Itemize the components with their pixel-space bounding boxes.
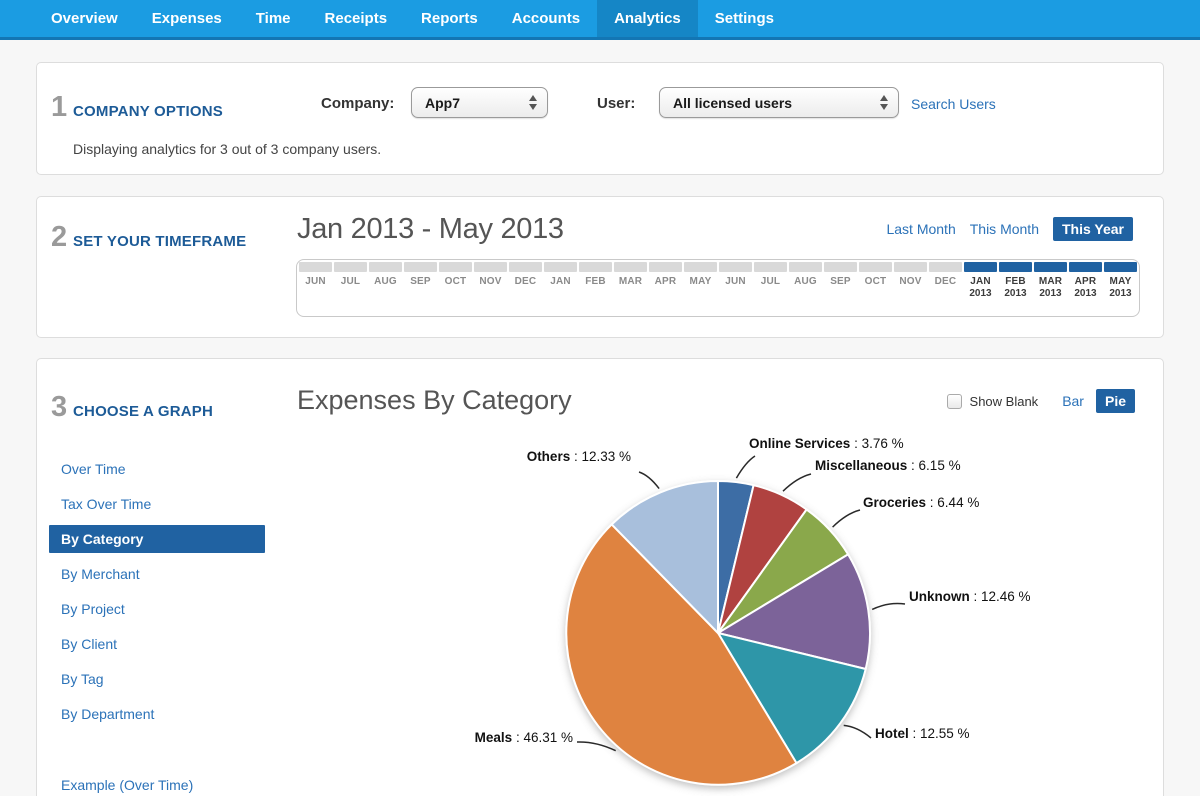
- pie-label-miscellaneous: Miscellaneous : 6.15 %: [815, 458, 961, 473]
- example-over-time-link[interactable]: Example (Over Time): [61, 777, 193, 793]
- timeline-month-may-2013[interactable]: MAY 2013: [1103, 262, 1138, 316]
- graph-heading: Expenses By Category: [297, 385, 572, 415]
- nav-tab-time[interactable]: Time: [239, 0, 308, 37]
- timeline-month-feb-2013[interactable]: FEB 2013: [998, 262, 1033, 316]
- timeline-month-aug[interactable]: AUG: [788, 262, 823, 316]
- timeline-month-jan-2013[interactable]: JAN 2013: [963, 262, 998, 316]
- graph-controls: Show Blank Bar Pie: [946, 389, 1135, 413]
- pie-label-online-services: Online Services : 3.76 %: [749, 436, 904, 451]
- show-blank-checkbox[interactable]: [946, 393, 962, 409]
- sidebar-item-by-client[interactable]: By Client: [49, 630, 265, 658]
- pie-label-line-unknown: [871, 602, 906, 611]
- timeline-month-aug[interactable]: AUG: [368, 262, 403, 316]
- timeline-month-sep[interactable]: SEP: [403, 262, 438, 316]
- nav-tab-analytics[interactable]: Analytics: [597, 0, 698, 37]
- sidebar-item-tax-over-time[interactable]: Tax Over Time: [49, 490, 265, 518]
- timeline-month-jul[interactable]: JUL: [753, 262, 788, 316]
- timeline-month-nov[interactable]: NOV: [893, 262, 928, 316]
- timeline-month-mar-2013[interactable]: MAR 2013: [1033, 262, 1068, 316]
- pie-label-meals: Meals : 46.31 %: [474, 730, 573, 745]
- timeline-month-jan[interactable]: JAN: [543, 262, 578, 316]
- timeline-month-selector: JUN JUL AUG SEP OCT NOV DEC JAN FEB MAR APR MAY JUN J…: [296, 259, 1140, 317]
- nav-tab-accounts[interactable]: Accounts: [495, 0, 597, 37]
- bar-toggle[interactable]: Bar: [1062, 393, 1084, 409]
- company-options-card: 1 COMPANY OPTIONS Company: App7 User: Al…: [36, 62, 1164, 175]
- timeline-month-apr-2013[interactable]: APR 2013: [1068, 262, 1103, 316]
- stepper-arrows-icon: [529, 95, 537, 110]
- pie-label-hotel: Hotel : 12.55 %: [875, 726, 970, 741]
- pie-label-others: Others : 12.33 %: [526, 449, 631, 464]
- timeframe-title: SET YOUR TIMEFRAME: [73, 233, 247, 250]
- sidebar-item-over-time[interactable]: Over Time: [49, 455, 265, 483]
- timeline-month-apr[interactable]: APR: [648, 262, 683, 316]
- user-select-value: All licensed users: [673, 94, 793, 111]
- step-number-1: 1: [51, 91, 68, 123]
- pie-label-unknown: Unknown : 12.46 %: [909, 589, 1031, 604]
- sidebar-item-by-department[interactable]: By Department: [49, 700, 265, 728]
- nav-tab-settings[interactable]: Settings: [698, 0, 791, 37]
- this-year-link[interactable]: This Year: [1052, 217, 1133, 241]
- nav-tab-expenses[interactable]: Expenses: [135, 0, 239, 37]
- show-blank-label: Show Blank: [969, 393, 1039, 409]
- company-select[interactable]: App7: [411, 87, 548, 118]
- last-month-link[interactable]: Last Month: [886, 221, 955, 237]
- timeline-month-oct[interactable]: OCT: [438, 262, 473, 316]
- timeline-month-feb[interactable]: FEB: [578, 262, 613, 316]
- choose-graph-title: CHOOSE A GRAPH: [73, 403, 214, 420]
- user-select[interactable]: All licensed users: [659, 87, 899, 118]
- pie-chart: [565, 455, 906, 786]
- pie-label-line-groceries: [832, 509, 861, 528]
- timeline-month-jul[interactable]: JUL: [333, 262, 368, 316]
- timeline-month-dec[interactable]: DEC: [508, 262, 543, 316]
- user-label: User:: [597, 95, 636, 112]
- timeframe-quick-links: Last Month This Month This Year: [886, 217, 1133, 241]
- sidebar-item-by-project[interactable]: By Project: [49, 595, 265, 623]
- pie-label-line-online-services: [735, 455, 756, 479]
- timeline-month-oct[interactable]: OCT: [858, 262, 893, 316]
- nav-tab-overview[interactable]: Overview: [34, 0, 135, 37]
- pie-label-line-others: [638, 471, 660, 490]
- company-label: Company:: [321, 95, 395, 112]
- users-summary-text: Displaying analytics for 3 out of 3 comp…: [73, 141, 382, 157]
- sidebar-item-by-category[interactable]: By Category: [49, 525, 265, 553]
- company-select-value: App7: [425, 94, 460, 111]
- timeline-month-dec[interactable]: DEC: [928, 262, 963, 316]
- search-users-link[interactable]: Search Users: [911, 96, 996, 112]
- stepper-arrows-icon: [880, 95, 888, 110]
- timeline-month-mar[interactable]: MAR: [613, 262, 648, 316]
- company-options-title: COMPANY OPTIONS: [73, 103, 223, 120]
- nav-tabs: Overview Expenses Time Receipts Reports Accou…: [34, 0, 791, 37]
- pie-label-line-hotel: [843, 724, 872, 739]
- timeframe-card: 2 SET YOUR TIMEFRAME Jan 2013 - May 2013…: [36, 196, 1164, 338]
- pie-label-groceries: Groceries : 6.44 %: [863, 495, 980, 510]
- nav-tab-receipts[interactable]: Receipts: [308, 0, 405, 37]
- step-number-3: 3: [51, 391, 68, 423]
- pie-label-line-miscellaneous: [782, 473, 812, 492]
- timeline-month-jun[interactable]: JUN: [718, 262, 753, 316]
- timeline-month-may[interactable]: MAY: [683, 262, 718, 316]
- timeline-month-nov[interactable]: NOV: [473, 262, 508, 316]
- pie-chart-area: Online Services : 3.76 % Miscellaneous : …: [263, 426, 1163, 796]
- nav-tab-reports[interactable]: Reports: [404, 0, 495, 37]
- choose-graph-card: 3 CHOOSE A GRAPH Expenses By Category Sh…: [36, 358, 1164, 796]
- top-navbar: Overview Expenses Time Receipts Reports Accou…: [0, 0, 1200, 40]
- timeframe-range-heading: Jan 2013 - May 2013: [297, 213, 564, 245]
- graph-type-sidebar: Over Time Tax Over Time By Category By Merc…: [49, 455, 265, 735]
- sidebar-item-by-merchant[interactable]: By Merchant: [49, 560, 265, 588]
- timeline-month-sep[interactable]: SEP: [823, 262, 858, 316]
- pie-toggle[interactable]: Pie: [1095, 389, 1135, 413]
- step-number-2: 2: [51, 221, 68, 253]
- this-month-link[interactable]: This Month: [970, 221, 1039, 237]
- sidebar-item-by-tag[interactable]: By Tag: [49, 665, 265, 693]
- pie-label-line-meals: [576, 741, 617, 752]
- timeline-month-jun[interactable]: JUN: [298, 262, 333, 316]
